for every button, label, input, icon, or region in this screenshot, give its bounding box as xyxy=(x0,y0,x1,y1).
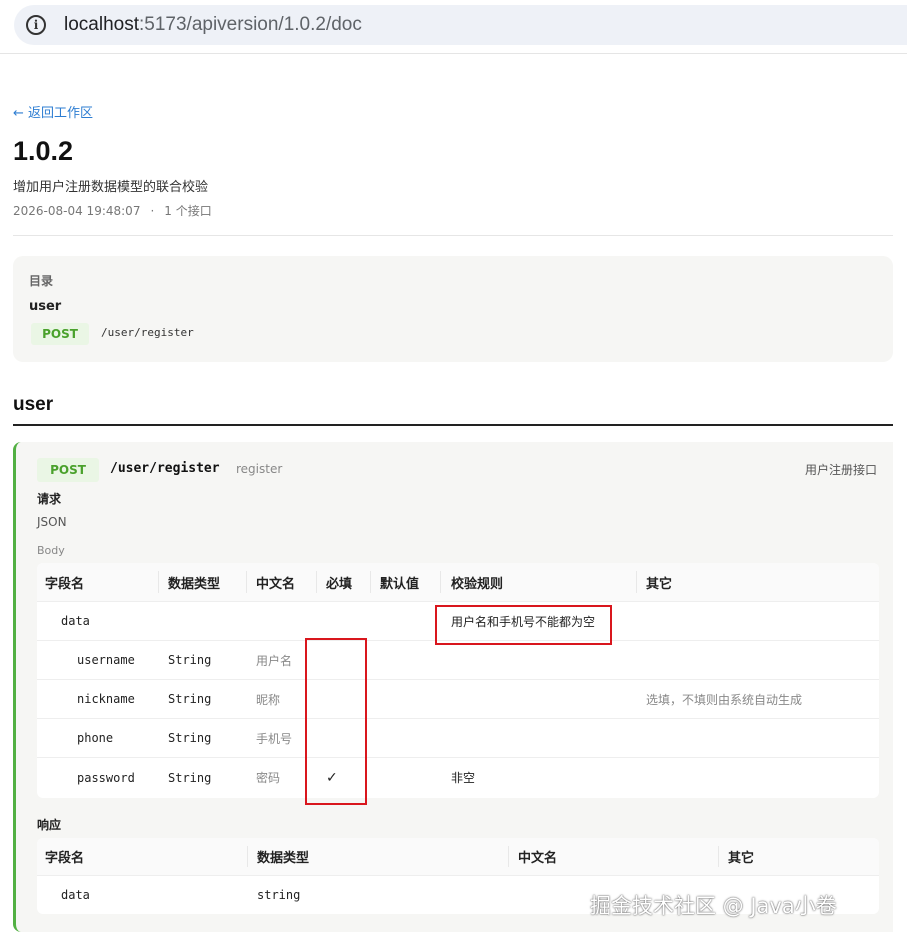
column-separator xyxy=(440,571,441,593)
browser-address-bar: i localhost:5173/apiversion/1.0.2/doc xyxy=(0,0,907,54)
table-header-row: 字段名 数据类型 中文名 其它 xyxy=(37,838,879,876)
interface-count: 1 个接口 xyxy=(164,204,212,218)
field-name: nickname xyxy=(77,692,135,706)
field-name: password xyxy=(77,770,135,785)
column-separator xyxy=(718,846,719,867)
table-row: phone String 手机号 xyxy=(37,719,879,758)
page-title: 1.0.2 xyxy=(13,136,74,166)
column-separator xyxy=(246,571,247,593)
field-cn-name: 手机号 xyxy=(256,731,293,746)
response-label: 响应 xyxy=(37,818,62,832)
url-field[interactable]: i localhost:5173/apiversion/1.0.2/doc xyxy=(14,5,907,45)
endpoint-card: POST /user/register register 用户注册接口 请求 J… xyxy=(13,442,893,932)
watermark: 掘金技术社区 @ Java小卷 xyxy=(590,894,837,918)
required-check-icon: ✓ xyxy=(326,769,338,786)
divider xyxy=(13,235,893,236)
col-header-rule: 校验规则 xyxy=(451,576,504,592)
column-separator xyxy=(636,571,637,593)
field-name: data xyxy=(61,888,90,902)
url-path: :5173/apiversion/1.0.2/doc xyxy=(139,14,362,35)
column-separator xyxy=(316,571,317,593)
field-type: String xyxy=(168,692,212,706)
field-name: data xyxy=(61,614,90,628)
col-header-other: 其它 xyxy=(646,576,673,592)
validation-rule: 非空 xyxy=(451,771,476,785)
col-header-field: 字段名 xyxy=(45,576,85,592)
method-badge: POST xyxy=(37,458,99,482)
body-label: Body xyxy=(37,544,65,557)
field-type: String xyxy=(168,770,212,785)
request-fields-table: 字段名 数据类型 中文名 必填 默认值 校验规则 其它 data 用户名和手机号… xyxy=(37,563,879,798)
version-description: 增加用户注册数据模型的联合校验 xyxy=(13,180,209,195)
field-other: 选填，不填则由系统自动生成 xyxy=(646,692,803,707)
url-text: localhost:5173/apiversion/1.0.2/doc xyxy=(64,14,362,36)
col-header-required: 必填 xyxy=(326,576,353,592)
request-label: 请求 xyxy=(37,492,62,506)
col-header-type: 数据类型 xyxy=(257,851,310,866)
table-row: username String 用户名 xyxy=(37,641,879,680)
timestamp: 2026-08-04 19:48:07 xyxy=(13,204,141,218)
back-to-workspace-link[interactable]: ← 返回工作区 xyxy=(13,102,93,121)
col-header-other: 其它 xyxy=(728,851,755,866)
field-cn-name: 用户名 xyxy=(256,653,293,668)
column-separator xyxy=(370,571,371,593)
url-host: localhost xyxy=(64,14,139,35)
table-row: password String 密码 ✓ 非空 xyxy=(37,758,879,797)
section-title: user xyxy=(13,394,54,415)
field-type: String xyxy=(168,653,212,667)
col-header-default: 默认值 xyxy=(380,576,420,592)
version-meta: 2026-08-04 19:48:07 · 1 个接口 xyxy=(13,202,212,219)
field-type: string xyxy=(257,888,301,902)
endpoint-description: 用户注册接口 xyxy=(804,463,877,477)
column-separator xyxy=(158,571,159,593)
field-name: username xyxy=(77,653,135,667)
section-rule xyxy=(13,424,893,426)
table-header-row: 字段名 数据类型 中文名 必填 默认值 校验规则 其它 xyxy=(37,563,879,602)
toc-label: 目录 xyxy=(29,274,54,288)
field-cn-name: 昵称 xyxy=(256,692,281,707)
col-header-type: 数据类型 xyxy=(168,576,221,592)
toc-group-user: user xyxy=(29,299,62,314)
toc-endpoint-link[interactable]: /user/register xyxy=(101,326,194,339)
meta-separator: · xyxy=(150,204,155,218)
table-row: data 用户名和手机号不能都为空 xyxy=(37,602,879,641)
table-row: nickname String 昵称 选填，不填则由系统自动生成 xyxy=(37,680,879,719)
col-header-cn-name: 中文名 xyxy=(256,576,296,592)
field-name: phone xyxy=(77,731,114,745)
col-header-cn-name: 中文名 xyxy=(518,851,558,866)
col-header-field: 字段名 xyxy=(45,851,85,866)
column-separator xyxy=(247,846,248,867)
validation-rule: 用户名和手机号不能都为空 xyxy=(451,614,596,629)
field-type: String xyxy=(168,731,212,745)
endpoint-name: register xyxy=(236,462,283,476)
info-circle-icon[interactable]: i xyxy=(26,15,46,35)
request-content-type: JSON xyxy=(37,515,67,529)
toc-method-badge[interactable]: POST xyxy=(31,323,89,345)
endpoint-path: /user/register xyxy=(110,461,220,476)
field-cn-name: 密码 xyxy=(256,771,281,785)
table-of-contents: 目录 user POST /user/register xyxy=(13,256,893,362)
column-separator xyxy=(508,846,509,867)
